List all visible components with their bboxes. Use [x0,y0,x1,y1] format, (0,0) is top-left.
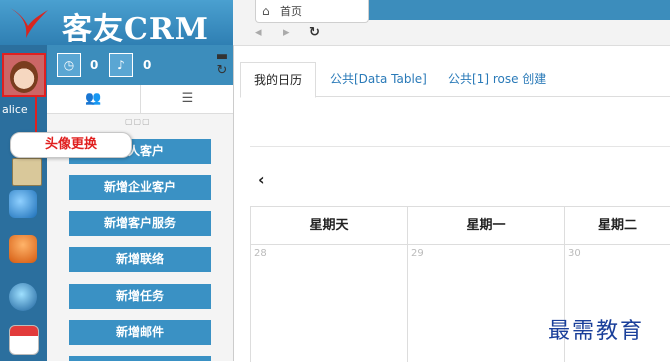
more-button[interactable] [69,356,211,361]
tab-strip-background [367,0,670,20]
person-icon[interactable] [9,235,37,263]
logo-area: 客友CRM [0,0,233,47]
quick-action-panel: ◷ 0 ♪ 0 ▬ ↻ 👥 ☰ ▢▢▢ 个人客户 新增企业客户 新增客户服务 新… [47,45,234,361]
prev-week-icon[interactable]: ‹ [258,170,265,189]
tab-bar: ⌂ 首页 ◂ ▸ ↻ [233,0,670,46]
tab-home-label: 首页 [280,5,302,18]
bell-icon[interactable]: ♪ [109,53,133,77]
day-number: 30 [568,248,581,259]
home-icon: ⌂ [262,4,270,18]
tab-public-data-table[interactable]: 公共[Data Table] [330,62,427,96]
forward-icon[interactable]: ▸ [283,25,290,40]
day-header: 星期天 [250,207,407,245]
add-email-button[interactable]: 新增邮件 [69,320,211,345]
counter-bar: ◷ 0 ♪ 0 ▬ ↻ [47,45,233,85]
logo-text: 客友CRM [62,12,210,47]
avatar[interactable] [2,53,46,97]
users-icon[interactable]: 👥 [47,85,140,113]
watermark: 最需教育 [548,319,645,344]
clock-icon[interactable]: ◷ [57,53,81,77]
content-tabs: 我的日历 公共[Data Table] 公共[1] rose 创建 [240,62,670,98]
menu-icon[interactable]: ▬ [216,49,228,64]
day-cell[interactable]: 29 [407,245,564,362]
avatar-change-callout: 头像更换 [10,132,132,158]
contacts-icon[interactable] [9,190,37,218]
callout-pointer [35,95,37,135]
refresh-icon[interactable]: ↻ [309,25,320,40]
resize-grip-icon[interactable]: ▢▢▢ [125,117,151,126]
refresh-icon[interactable]: ↻ [217,63,228,78]
globe-icon[interactable] [9,283,37,311]
day-header: 星期二 [564,207,670,245]
list-icon[interactable]: ☰ [140,85,234,113]
add-contact-button[interactable]: 新增联络 [69,247,211,272]
day-cell[interactable]: 28 [250,245,407,362]
icon-sidebar: alice [0,45,47,361]
divider [250,146,670,147]
logo-icon [10,8,48,38]
panel-toolbar: 👥 ☰ [47,85,233,114]
day-number: 29 [411,248,424,259]
day-header: 星期一 [407,207,564,245]
tab-my-calendar[interactable]: 我的日历 [240,62,316,98]
back-icon[interactable]: ◂ [255,25,262,40]
add-company-customer-button[interactable]: 新增企业客户 [69,175,211,200]
add-customer-service-button[interactable]: 新增客户服务 [69,211,211,236]
panel-controls: ▬ ↻ [215,50,229,78]
add-task-button[interactable]: 新增任务 [69,284,211,309]
avatar-image [10,61,38,93]
calendar-icon[interactable] [9,325,39,355]
bell-count: 0 [143,58,152,72]
tab-public-rose[interactable]: 公共[1] rose 创建 [448,62,546,96]
tab-home[interactable]: ⌂ 首页 [255,0,369,23]
book-icon[interactable] [12,158,42,186]
day-number: 28 [254,248,267,259]
top-header: 客友CRM ⌂ 首页 ◂ ▸ ↻ [0,0,670,47]
clock-count: 0 [90,58,99,72]
